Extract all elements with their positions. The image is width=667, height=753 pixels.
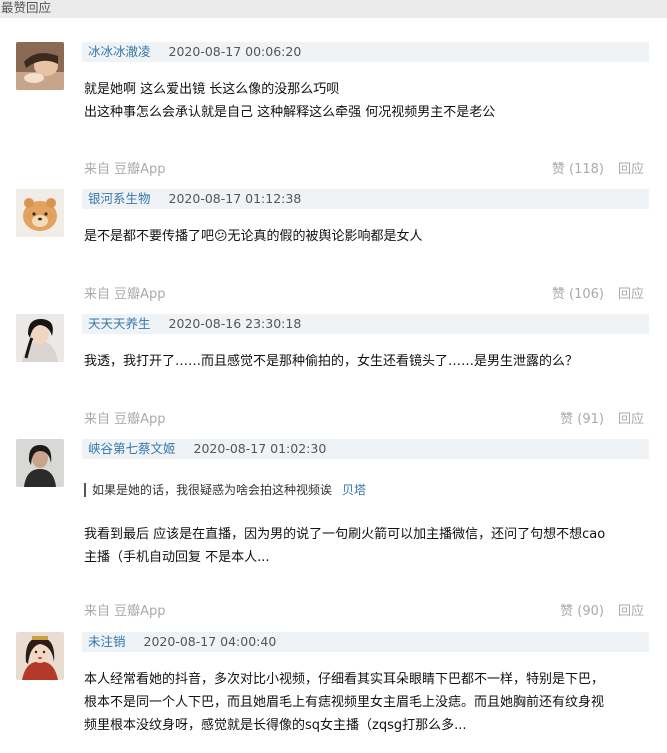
quote-text: 如果是她的话，我很疑惑为啥会拍这种视频诶 (92, 483, 333, 497)
reply-button[interactable]: 回应 (618, 412, 644, 427)
like-button[interactable]: 赞 (91) (560, 412, 604, 427)
like-count: (90) (577, 604, 604, 619)
like-count: (118) (569, 162, 604, 177)
source-label: 来自 豆瓣App (84, 162, 166, 177)
comment-line: 是不是都不要传播了吧😕无论真的假的被舆论影响都是女人 (84, 229, 423, 244)
like-label: 赞 (551, 162, 565, 177)
timestamp: 2020-08-17 04:00:40 (143, 634, 277, 649)
like-button[interactable]: 赞 (90) (560, 604, 604, 619)
comment-footer: 来自 豆瓣App 赞 (118) 回应 (84, 161, 644, 179)
comment-line: 根本不是同一个人下巴，而且她眉毛上有痣视频里女主眉毛上没痣。而且她胸前还有纹身视 (84, 695, 605, 710)
timestamp: 2020-08-17 01:12:38 (168, 191, 302, 206)
comment-line: 主播（手机自动回复 不是本人... (84, 550, 270, 565)
quote-author-link[interactable]: 贝塔 (342, 483, 366, 497)
section-title: 最赞回应 (0, 0, 667, 18)
source-label: 来自 豆瓣App (84, 604, 166, 619)
comment-content: 我看到最后 应该是在直播，因为男的说了一句刷火箭可以加主播微信，还问了句想不想c… (84, 523, 650, 569)
avatar[interactable] (16, 42, 64, 90)
comment-line: 频里根本没纹身呀，感觉就是长得像的sq女主播（zqsg打那么多... (84, 718, 467, 733)
like-label: 赞 (560, 412, 574, 427)
source-label: 来自 豆瓣App (84, 287, 166, 302)
comment-line: 本人经常看她的抖音，多次对比小视频，仔细看其实耳朵眼睛下巴都不一样，特别是下巴， (84, 672, 605, 687)
reply-button[interactable]: 回应 (618, 604, 644, 619)
like-button[interactable]: 赞 (118) (552, 162, 604, 177)
author-link[interactable]: 天天天养生 (88, 316, 151, 331)
comment-footer: 来自 豆瓣App 赞 (90) 回应 (84, 603, 644, 621)
author-link[interactable]: 银河系生物 (88, 191, 151, 206)
like-count: (106) (569, 287, 604, 302)
comment-line: 就是她啊 这么爱出镜 长这么像的没那么巧呗 (84, 82, 340, 97)
comment-meta: 冰冰冰澈凌 2020-08-17 00:06:20 (82, 42, 649, 62)
comment-footer: 来自 豆瓣App 赞 (91) 回应 (84, 411, 644, 429)
like-label: 赞 (560, 604, 574, 619)
timestamp: 2020-08-17 01:02:30 (193, 441, 327, 456)
avatar[interactable] (16, 632, 64, 680)
avatar[interactable] (16, 189, 64, 237)
reply-button[interactable]: 回应 (618, 287, 644, 302)
quoted-reply: 如果是她的话，我很疑惑为啥会拍这种视频诶 贝塔 (84, 483, 366, 497)
like-label: 赞 (551, 287, 565, 302)
comment-content: 是不是都不要传播了吧😕无论真的假的被舆论影响都是女人 (84, 225, 650, 248)
comment-meta: 银河系生物 2020-08-17 01:12:38 (82, 189, 649, 209)
comment-line: 我看到最后 应该是在直播，因为男的说了一句刷火箭可以加主播微信，还问了句想不想c… (84, 527, 606, 542)
comment-meta: 峡谷第七蔡文姬 2020-08-17 01:02:30 (82, 439, 649, 459)
author-link[interactable]: 未注销 (88, 634, 126, 649)
comment-content: 我透，我打开了……而且感觉不是那种偷拍的，女生还看镜头了……是男生泄露的么？ (84, 350, 650, 373)
timestamp: 2020-08-17 00:06:20 (168, 44, 302, 59)
comment-line: 出这种事怎么会承认就是自己 这种解释这么牵强 何况视频男主不是老公 (84, 105, 496, 120)
like-count: (91) (577, 412, 604, 427)
avatar[interactable] (16, 439, 64, 487)
author-link[interactable]: 峡谷第七蔡文姬 (88, 441, 176, 456)
source-label: 来自 豆瓣App (84, 412, 166, 427)
timestamp: 2020-08-16 23:30:18 (168, 316, 302, 331)
comment-line: 我透，我打开了……而且感觉不是那种偷拍的，女生还看镜头了……是男生泄露的么？ (84, 354, 579, 369)
avatar[interactable] (16, 314, 64, 362)
like-button[interactable]: 赞 (106) (552, 287, 604, 302)
comment-content: 就是她啊 这么爱出镜 长这么像的没那么巧呗 出这种事怎么会承认就是自己 这种解释… (84, 78, 650, 124)
comment-meta: 未注销 2020-08-17 04:00:40 (82, 632, 649, 652)
reply-button[interactable]: 回应 (618, 162, 644, 177)
author-link[interactable]: 冰冰冰澈凌 (88, 44, 151, 59)
comment-content: 本人经常看她的抖音，多次对比小视频，仔细看其实耳朵眼睛下巴都不一样，特别是下巴，… (84, 668, 650, 737)
comment-footer: 来自 豆瓣App 赞 (106) 回应 (84, 286, 644, 304)
comment-meta: 天天天养生 2020-08-16 23:30:18 (82, 314, 649, 334)
